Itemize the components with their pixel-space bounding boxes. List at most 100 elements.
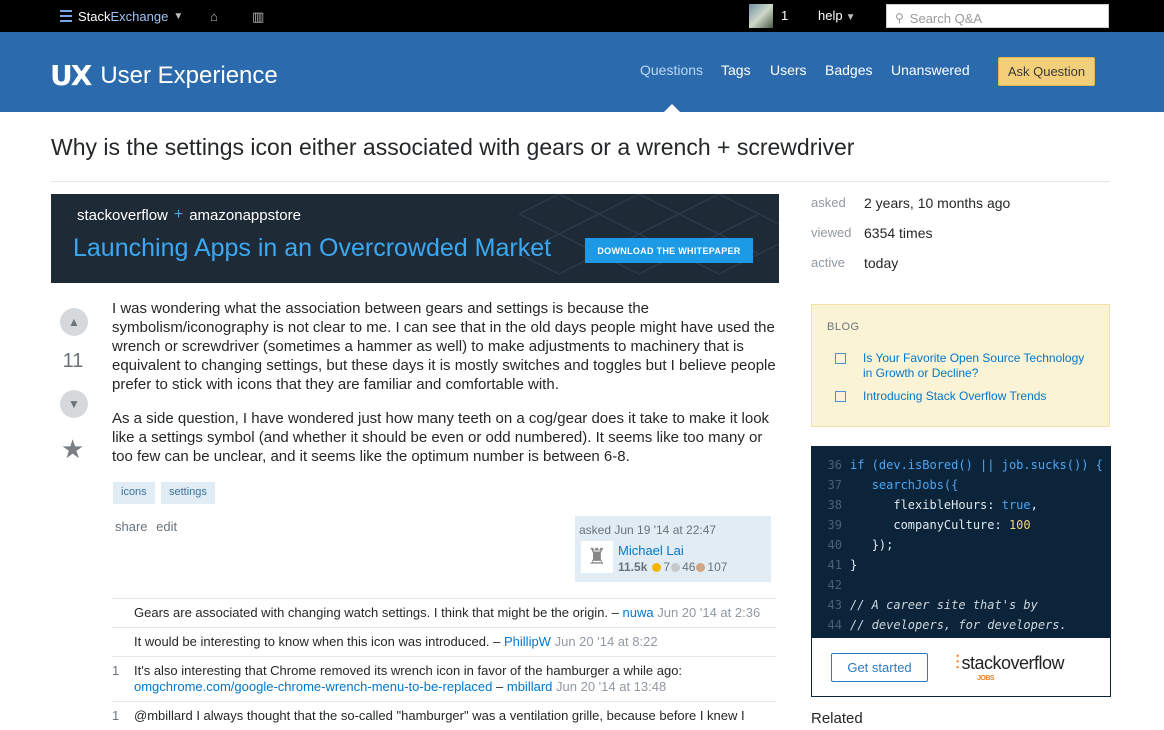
nav-questions[interactable]: Questions bbox=[640, 62, 703, 78]
stackoverflow-icon: ⫶ bbox=[955, 652, 960, 674]
stat-value-active[interactable]: today bbox=[864, 255, 898, 271]
comment-text: It's also interesting that Chrome remove… bbox=[134, 663, 683, 678]
stackexchange-icon bbox=[60, 10, 72, 22]
stat-label-viewed: viewed bbox=[811, 225, 852, 240]
help-label: help bbox=[818, 8, 843, 23]
question-paragraph: I was wondering what the association bet… bbox=[112, 300, 776, 393]
stackoverflow-logo: stackoverflow bbox=[77, 206, 168, 224]
line-number: 39 bbox=[827, 518, 842, 532]
search-icon: ⚲ bbox=[895, 11, 904, 25]
line-number: 43 bbox=[827, 598, 842, 612]
line-number: 38 bbox=[827, 498, 842, 512]
active-nav-indicator bbox=[664, 104, 680, 112]
jobs-ad[interactable]: 36 if (dev.isBored() || job.sucks()) { 37… bbox=[811, 446, 1111, 697]
arrow-up-icon: ▲ bbox=[68, 315, 80, 329]
code-value: 100 bbox=[1008, 518, 1031, 532]
stat-label-asked: asked bbox=[811, 195, 846, 210]
search-placeholder: Search Q&A bbox=[909, 10, 983, 26]
user-avatar[interactable] bbox=[749, 4, 773, 28]
tag-settings[interactable]: settings bbox=[161, 482, 215, 504]
code-snippet: 36 if (dev.isBored() || job.sucks()) { 37… bbox=[812, 455, 1103, 635]
upvote-button[interactable]: ▲ bbox=[60, 308, 88, 336]
owner-reputation: 11.5k 7 46 107 bbox=[618, 560, 727, 574]
comment-user[interactable]: nuwa bbox=[623, 605, 654, 620]
line-number: 41 bbox=[827, 558, 842, 572]
downvote-button[interactable]: ▼ bbox=[60, 390, 88, 418]
comment-score: 1 bbox=[112, 663, 120, 678]
blog-post-icon bbox=[835, 391, 846, 402]
tag-icons[interactable]: icons bbox=[113, 482, 155, 504]
code-line: }); bbox=[871, 538, 894, 552]
download-whitepaper-button[interactable]: DOWNLOAD THE WHITEPAPER bbox=[585, 238, 753, 263]
code-punct: , bbox=[1030, 498, 1038, 512]
bronze-badge-count: 107 bbox=[707, 560, 728, 574]
user-reputation[interactable]: 1 bbox=[781, 8, 788, 23]
line-number: 40 bbox=[827, 538, 842, 552]
blog-item[interactable]: Introducing Stack Overflow Trends bbox=[835, 389, 1095, 404]
asked-date[interactable]: asked Jun 19 '14 at 22:47 bbox=[579, 523, 716, 537]
code-comment: // developers, for developers. bbox=[850, 618, 1067, 632]
chevron-down-icon: ▼ bbox=[173, 10, 184, 22]
banner-headline: Launching Apps in an Overcrowded Market bbox=[73, 234, 552, 262]
question-paragraph: As a side question, I have wondered just… bbox=[112, 410, 770, 465]
favorite-star-icon[interactable]: ★ bbox=[61, 434, 84, 465]
question-body: I was wondering what the association bet… bbox=[112, 299, 776, 481]
code-line: searchJobs({ bbox=[871, 478, 959, 492]
jobs-brand: stackoverflow bbox=[961, 653, 1065, 673]
question-title[interactable]: Why is the settings icon either associat… bbox=[51, 134, 854, 161]
nav-badges[interactable]: Badges bbox=[825, 62, 872, 78]
code-value: true bbox=[1001, 498, 1031, 512]
title-divider bbox=[51, 181, 1110, 182]
get-started-button[interactable]: Get started bbox=[831, 653, 928, 682]
comment-separator: – bbox=[496, 679, 504, 694]
post-menu: share edit bbox=[115, 519, 182, 534]
share-link[interactable]: share bbox=[115, 519, 148, 534]
jobs-sub: JOBS bbox=[977, 675, 995, 682]
nav-tags[interactable]: Tags bbox=[721, 62, 751, 78]
line-number: 36 bbox=[827, 458, 842, 472]
blog-post-icon bbox=[835, 353, 846, 364]
ask-question-button[interactable]: Ask Question bbox=[998, 57, 1095, 86]
comment-link[interactable]: omgchrome.com/google-chrome-wrench-menu-… bbox=[134, 679, 492, 694]
comment-date[interactable]: Jun 20 '14 at 2:36 bbox=[657, 605, 760, 620]
comments-list: Gears are associated with changing watch… bbox=[112, 598, 776, 730]
line-number: 37 bbox=[827, 478, 842, 492]
line-number: 44 bbox=[827, 618, 842, 632]
related-heading: Related bbox=[811, 710, 863, 727]
comment-text: @mbillard I always thought that the so-c… bbox=[134, 708, 745, 723]
comment-score: 1 bbox=[112, 708, 120, 723]
jobs-ad-footer: Get started ⫶ stackoverflow JOBS bbox=[812, 638, 1110, 696]
owner-name[interactable]: Michael Lai bbox=[618, 543, 684, 558]
ad-banner[interactable]: stackoverflow + amazonappstore Launching… bbox=[51, 194, 779, 283]
edit-link[interactable]: edit bbox=[156, 519, 177, 534]
blog-item[interactable]: Is Your Favorite Open Source Technology … bbox=[835, 351, 1095, 381]
comment-date[interactable]: Jun 20 '14 at 13:48 bbox=[556, 679, 666, 694]
comment-user[interactable]: mbillard bbox=[507, 679, 553, 694]
search-input[interactable]: ⚲ Search Q&A bbox=[886, 4, 1109, 28]
comment-text: Gears are associated with changing watch… bbox=[134, 605, 619, 620]
nav-users[interactable]: Users bbox=[770, 62, 807, 78]
code-line: companyCulture: bbox=[893, 518, 1009, 532]
achievements-icon[interactable]: ▥ bbox=[252, 9, 264, 25]
owner-avatar[interactable]: ♜ bbox=[581, 541, 613, 573]
site-logo[interactable]: UX User Experience bbox=[50, 59, 278, 92]
site-name: User Experience bbox=[100, 61, 278, 89]
nav-unanswered[interactable]: Unanswered bbox=[891, 62, 970, 78]
comment-user[interactable]: PhillipW bbox=[504, 634, 551, 649]
comment-date[interactable]: Jun 20 '14 at 8:22 bbox=[555, 634, 658, 649]
help-menu[interactable]: help ▼ bbox=[818, 8, 855, 23]
top-bar: Stack Exchange ▼ ⌂ ▥ 1 help ▼ ⚲ Search Q&A bbox=[0, 0, 1164, 32]
bronze-badge-icon bbox=[696, 562, 706, 572]
stat-value-viewed: 6354 times bbox=[864, 225, 933, 241]
silver-badge-count: 46 bbox=[682, 560, 696, 574]
stackexchange-menu[interactable]: Stack Exchange ▼ bbox=[60, 7, 183, 25]
reputation-score: 11.5k bbox=[618, 560, 648, 574]
inbox-icon[interactable]: ⌂ bbox=[210, 9, 218, 24]
code-line: flexibleHours: bbox=[893, 498, 1002, 512]
gold-badge-icon bbox=[652, 562, 662, 572]
comment: 1 @mbillard I always thought that the so… bbox=[112, 701, 776, 730]
silver-badge-icon bbox=[671, 562, 681, 572]
stackoverflow-jobs-logo: ⫶ stackoverflow JOBS bbox=[955, 652, 1065, 682]
brand-right: Exchange bbox=[110, 8, 169, 24]
vote-count: 11 bbox=[62, 350, 84, 372]
